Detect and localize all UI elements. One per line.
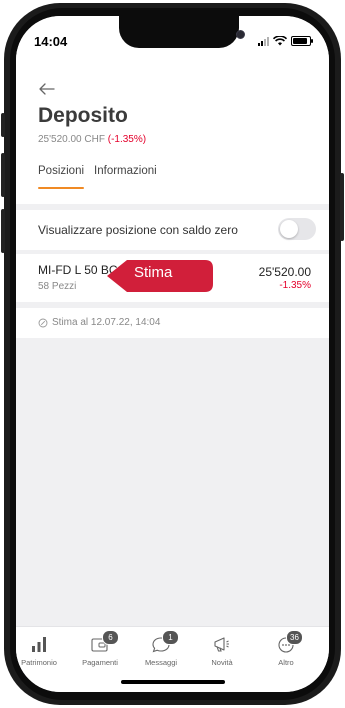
active-tab-indicator xyxy=(38,187,85,189)
toggle-knob xyxy=(280,220,298,238)
page-header: Deposito 25'520.00 CHF (-1.35%) Posizion… xyxy=(16,64,329,204)
portfolio-summary: 25'520.00 CHF (-1.35%) xyxy=(38,134,146,145)
estimate-callout: Stima xyxy=(105,257,215,293)
home-indicator[interactable] xyxy=(121,680,225,684)
bar-chart-icon xyxy=(32,637,46,652)
tab-positions[interactable]: Posizioni xyxy=(38,165,85,189)
tab-payments-label: Pagamenti xyxy=(82,658,118,667)
app-screen: 14:04 Deposito 25'520.00 CHF (-1.35%) Po… xyxy=(16,16,329,692)
tab-payments[interactable]: 6 Pagamenti xyxy=(70,630,130,667)
messages-badge: 1 xyxy=(162,630,179,645)
clock-icon xyxy=(38,318,48,328)
tab-news[interactable]: Novità xyxy=(192,635,252,667)
callout-label: Stima xyxy=(134,264,173,281)
payments-badge: 6 xyxy=(102,630,119,645)
tab-portfolio[interactable]: Patrimonio xyxy=(16,635,69,667)
camera-icon xyxy=(236,30,245,39)
zero-balance-row: Visualizzare posizione con saldo zero xyxy=(16,210,329,250)
zero-balance-toggle[interactable] xyxy=(278,218,316,240)
estimate-text: Stima al 12.07.22, 14:04 xyxy=(52,317,161,328)
power-button xyxy=(340,173,344,241)
position-value: 25'520.00 xyxy=(258,265,311,279)
wifi-icon xyxy=(273,36,287,46)
position-quantity: 58 Pezzi xyxy=(38,281,77,292)
position-change: -1.35% xyxy=(279,280,311,291)
signal-icon xyxy=(258,36,269,46)
tab-more[interactable]: 36 Altro xyxy=(256,630,316,667)
volume-down-button xyxy=(1,209,5,253)
mute-switch xyxy=(1,113,5,137)
status-time: 14:04 xyxy=(34,34,68,49)
page-title: Deposito xyxy=(38,104,128,127)
estimate-note: Stima al 12.07.22, 14:04 xyxy=(16,308,329,338)
tab-portfolio-label: Patrimonio xyxy=(21,658,57,667)
status-icons xyxy=(258,36,313,46)
notch xyxy=(119,16,245,48)
megaphone-icon xyxy=(214,637,229,652)
portfolio-value: 25'520.00 CHF xyxy=(38,134,108,145)
tab-positions-label: Posizioni xyxy=(38,165,85,177)
tab-more-label: Altro xyxy=(278,658,294,667)
battery-icon xyxy=(291,36,313,46)
zero-balance-label: Visualizzare posizione con saldo zero xyxy=(38,223,238,237)
tab-messages-label: Messaggi xyxy=(144,658,178,667)
tab-information[interactable]: Informazioni xyxy=(94,165,157,177)
more-badge: 36 xyxy=(286,630,303,645)
back-arrow-icon[interactable] xyxy=(38,80,56,98)
tab-news-label: Novità xyxy=(211,658,233,667)
portfolio-change: (-1.35%) xyxy=(107,134,147,145)
tab-messages[interactable]: 1 Messaggi xyxy=(131,630,191,667)
tab-bar-top: Posizioni Informazioni xyxy=(38,165,157,189)
volume-up-button xyxy=(1,153,5,197)
